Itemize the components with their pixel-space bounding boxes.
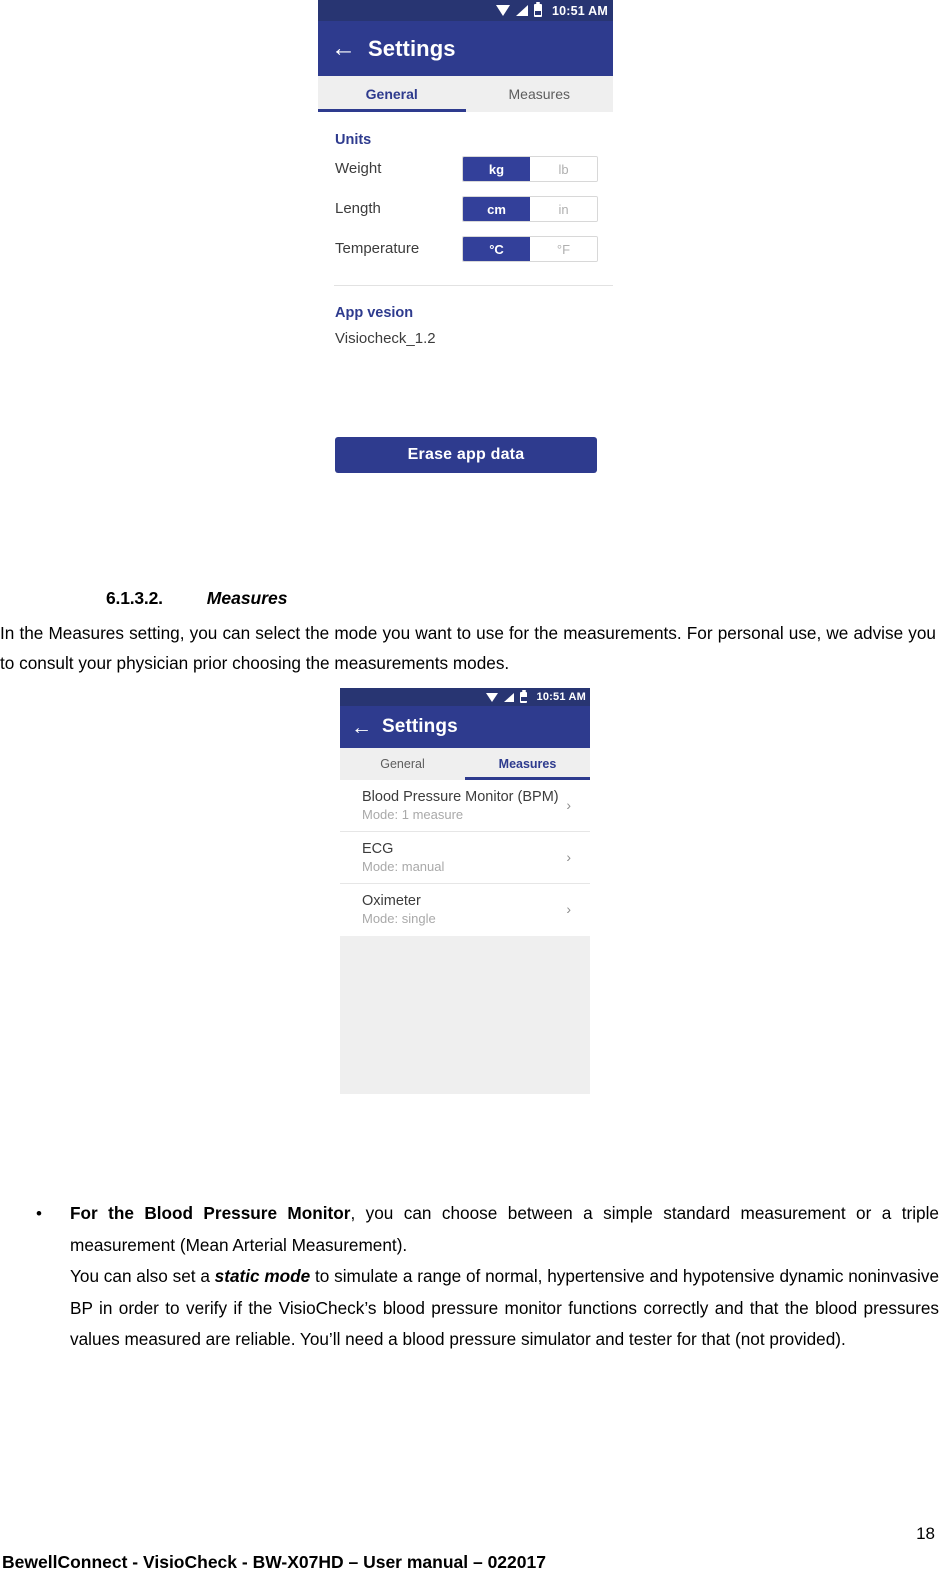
status-bar: 10:51 AM	[340, 688, 590, 706]
unit-label-weight: Weight	[335, 160, 382, 177]
screenshot-settings-general: 10:51 AM ← Settings General Measures Uni…	[318, 0, 613, 497]
unit-option-cm[interactable]: cm	[463, 197, 530, 221]
status-bar-icons: 10:51 AM	[495, 2, 608, 18]
bullet-line2-pre: You can also set a	[70, 1266, 215, 1286]
unit-toggle-weight[interactable]: kg lb	[462, 156, 598, 182]
unit-option-lb[interactable]: lb	[530, 157, 597, 181]
wifi-icon	[495, 5, 510, 16]
list-item-bpm[interactable]: Blood Pressure Monitor (BPM) Mode: 1 mea…	[340, 780, 590, 832]
measures-list: Blood Pressure Monitor (BPM) Mode: 1 mea…	[340, 780, 590, 936]
active-tab-indicator	[318, 109, 466, 112]
back-arrow-icon[interactable]: ←	[351, 717, 372, 738]
section-divider	[334, 285, 613, 286]
unit-toggle-temperature[interactable]: °C °F	[462, 236, 598, 262]
list-item-subtitle: Mode: single	[362, 911, 436, 926]
list-item-title: Oximeter	[362, 893, 421, 909]
list-item-ecg[interactable]: ECG Mode: manual ›	[340, 832, 590, 884]
unit-option-celsius[interactable]: °C	[463, 237, 530, 261]
app-bar: ← Settings	[340, 706, 590, 748]
tab-measures[interactable]: Measures	[465, 748, 590, 780]
unit-option-fahrenheit[interactable]: °F	[530, 237, 597, 261]
bullet-list: • For the Blood Pressure Monitor, you ca…	[0, 1198, 943, 1356]
page-number: 18	[916, 1524, 935, 1543]
units-section-title: Units	[335, 132, 372, 148]
footer-text: BewellConnect - VisioCheck - BW-X07HD – …	[2, 1552, 546, 1572]
empty-content-panel	[340, 936, 590, 1094]
tab-bar: General Measures	[340, 748, 590, 780]
bullet-marker: •	[36, 1204, 42, 1223]
app-bar-title: Settings	[382, 716, 458, 737]
list-item-subtitle: Mode: 1 measure	[362, 807, 464, 822]
tab-general[interactable]: General	[340, 748, 465, 780]
app-bar: ← Settings	[318, 21, 613, 76]
section-heading: 6.1.3.2. Measures	[106, 588, 288, 609]
list-item-oximeter[interactable]: Oximeter Mode: single ›	[340, 884, 590, 936]
list-item-title: Blood Pressure Monitor (BPM)	[362, 789, 559, 805]
status-bar-icons: 10:51 AM	[485, 689, 587, 703]
chevron-right-icon: ›	[566, 901, 571, 917]
section-heading-title: Measures	[206, 588, 288, 608]
unit-option-kg[interactable]: kg	[463, 157, 530, 181]
chevron-right-icon: ›	[566, 849, 571, 865]
signal-icon	[503, 692, 514, 702]
list-item-title: ECG	[362, 841, 394, 857]
screenshot-settings-measures: 10:51 AM ← Settings General Measures Blo…	[340, 688, 590, 1094]
chevron-right-icon: ›	[566, 797, 571, 813]
list-item-subtitle: Mode: manual	[362, 859, 445, 874]
app-bar-title: Settings	[368, 35, 456, 61]
bullet-static-mode-emphasis: static mode	[214, 1266, 311, 1286]
status-bar: 10:51 AM	[318, 0, 613, 21]
erase-app-data-button[interactable]: Erase app data	[335, 437, 597, 473]
unit-toggle-length[interactable]: cm in	[462, 196, 598, 222]
tab-bar: General Measures	[318, 76, 613, 112]
unit-option-in[interactable]: in	[530, 197, 597, 221]
unit-label-temperature: Temperature	[335, 240, 420, 257]
app-version-value: Visiocheck_1.2	[335, 330, 436, 347]
bullet-paragraph-1: For the Blood Pressure Monitor, you can …	[70, 1198, 939, 1261]
unit-row-weight: Weight kg lb	[318, 156, 613, 182]
bullet-item-bpm: • For the Blood Pressure Monitor, you ca…	[0, 1198, 943, 1356]
status-bar-time: 10:51 AM	[536, 691, 586, 703]
unit-row-length: Length cm in	[318, 196, 613, 222]
unit-row-temperature: Temperature °C °F	[318, 236, 613, 262]
bullet-lead-bold: For the Blood Pressure Monitor	[70, 1203, 351, 1223]
battery-icon	[533, 2, 542, 17]
status-bar-time: 10:51 AM	[551, 3, 608, 18]
battery-icon	[519, 689, 527, 703]
back-arrow-icon[interactable]: ←	[331, 36, 356, 61]
tab-measures[interactable]: Measures	[466, 76, 614, 112]
bullet-paragraph-2: You can also set a static mode to simula…	[70, 1261, 939, 1356]
signal-icon	[515, 5, 528, 16]
wifi-icon	[485, 692, 498, 702]
app-version-title: App vesion	[335, 305, 414, 321]
unit-label-length: Length	[335, 200, 381, 217]
tab-general[interactable]: General	[318, 76, 466, 112]
section-heading-number: 6.1.3.2.	[106, 588, 163, 608]
intro-paragraph: In the Measures setting, you can select …	[0, 623, 936, 673]
